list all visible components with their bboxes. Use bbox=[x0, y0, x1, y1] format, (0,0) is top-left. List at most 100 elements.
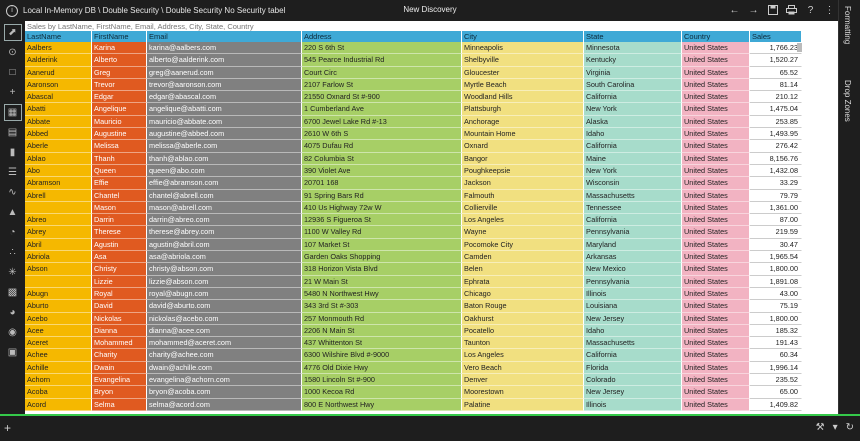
forward-icon[interactable]: → bbox=[747, 3, 760, 17]
cell-lastname: Abugn bbox=[25, 287, 92, 301]
column-header-lastname[interactable]: LastName bbox=[25, 31, 92, 42]
table-row[interactable]: Abo Queen queen@abo.com 390 Violet Ave Pough… bbox=[25, 164, 802, 178]
cell-firstname: David bbox=[92, 300, 147, 313]
cell-state: Pennsylvania bbox=[584, 275, 682, 288]
table-row[interactable]: Abson Christy christy@abson.com 318 Horizon… bbox=[25, 263, 802, 276]
table-row[interactable]: Aalbers Karina karina@aalbers.com 220 S 6th… bbox=[25, 42, 802, 55]
cell-email: christy@abson.com bbox=[147, 263, 302, 276]
scatter-icon[interactable]: ∴ bbox=[5, 245, 21, 260]
cell-sales: 33.29 bbox=[750, 177, 802, 190]
info-icon[interactable]: i bbox=[6, 4, 18, 17]
table-row[interactable]: Abrey Therese therese@abrey.com 1100 W Vall… bbox=[25, 226, 802, 239]
table-row[interactable]: Acoba Bryon bryon@acoba.com 1000 Kecoa Rd Mo… bbox=[25, 386, 802, 399]
table-row[interactable]: Achille Dwain dwain@achille.com 4776 Old Di… bbox=[25, 361, 802, 375]
pie-chart-icon[interactable]: ◔ bbox=[5, 225, 21, 240]
cell-sales: 30.47 bbox=[750, 238, 802, 252]
area-chart-icon[interactable]: ▲ bbox=[5, 205, 21, 220]
cell-country: United States bbox=[682, 164, 750, 178]
cell-state: Kentucky bbox=[584, 54, 682, 67]
search-input[interactable] bbox=[27, 22, 802, 31]
cell-city: Camden bbox=[462, 251, 584, 264]
dropdown-icon[interactable]: ▾ bbox=[833, 422, 838, 433]
table-row[interactable]: Abascal Edgar edgar@abascal.com 21550 Oxnar… bbox=[25, 91, 802, 104]
add-icon[interactable]: + bbox=[5, 85, 21, 100]
table-row[interactable]: Acee Dianna dianna@acee.com 2206 N Main St P… bbox=[25, 324, 802, 338]
cell-lastname: Acoba bbox=[25, 386, 92, 399]
gauge-icon[interactable]: ◕ bbox=[5, 305, 21, 320]
cell-state: Pennsylvania bbox=[584, 226, 682, 239]
cell-state: New Mexico bbox=[584, 263, 682, 276]
table-row[interactable]: Abrell Chantel chantel@abrell.com 91 Spring… bbox=[25, 189, 802, 202]
cell-email: darrin@abreo.com bbox=[147, 214, 302, 227]
table-row[interactable]: Aburto David david@aburto.com 343 3rd St #-… bbox=[25, 300, 802, 313]
cross-filter-icon[interactable]: ⊙ bbox=[5, 45, 21, 60]
stacked-bar-icon[interactable]: ☰ bbox=[5, 165, 21, 180]
formatting-tab[interactable]: Formatting bbox=[843, 6, 852, 44]
cell-country: United States bbox=[682, 214, 750, 227]
cell-address: 1580 Lincoln St #-900 bbox=[302, 374, 462, 387]
heatmap-icon[interactable]: ▩ bbox=[5, 285, 21, 300]
more-icon[interactable]: ⋮ bbox=[823, 3, 836, 17]
save-icon[interactable] bbox=[766, 3, 779, 17]
table-row[interactable]: Abatti Angelique angelique@abatti.com 1 Cum… bbox=[25, 103, 802, 116]
vertical-scrollbar[interactable] bbox=[797, 43, 802, 52]
cell-email: bryon@acoba.com bbox=[147, 386, 302, 399]
help-icon[interactable]: ? bbox=[804, 3, 817, 17]
line-chart-icon[interactable]: ∿ bbox=[5, 185, 21, 200]
cell-country: United States bbox=[682, 128, 750, 141]
table-row[interactable]: Aaronson Trevor trevor@aaronson.com 2107 Fa… bbox=[25, 78, 802, 92]
back-icon[interactable]: ← bbox=[728, 3, 741, 17]
cell-address: 12936 S Figueroa St bbox=[302, 214, 462, 227]
cell-sales: 1,520.27 bbox=[750, 54, 802, 67]
tools-icon[interactable]: ⚒ bbox=[816, 422, 825, 433]
table-row[interactable]: Aanerud Greg greg@aanerud.com Court Circ Glo… bbox=[25, 66, 802, 79]
column-header-email[interactable]: Email bbox=[147, 31, 302, 42]
cell-email: agustin@abril.com bbox=[147, 238, 302, 252]
table-row[interactable]: Aalderink Alberto alberto@aalderink.com 545… bbox=[25, 54, 802, 67]
table-row[interactable]: Abriola Asa asa@abriola.com Garden Oaks Sho… bbox=[25, 251, 802, 264]
column-header-sales[interactable]: Sales bbox=[750, 31, 802, 42]
cell-country: United States bbox=[682, 287, 750, 301]
custom-visual-icon[interactable]: ▣ bbox=[5, 345, 21, 360]
column-header-country[interactable]: Country bbox=[682, 31, 750, 42]
network-icon[interactable]: ✳ bbox=[5, 265, 21, 280]
print-icon[interactable] bbox=[785, 3, 798, 17]
column-header-city[interactable]: City bbox=[462, 31, 584, 42]
cell-sales: 1,432.08 bbox=[750, 164, 802, 178]
cell-country: United States bbox=[682, 115, 750, 129]
table-row[interactable]: Abreo Darrin darrin@abreo.com 12936 S Figue… bbox=[25, 214, 802, 227]
table-row[interactable]: Aberle Melissa melissa@aberle.com 4075 Dufa… bbox=[25, 140, 802, 153]
table-row[interactable]: Abril Agustin agustin@abril.com 107 Market … bbox=[25, 238, 802, 252]
globe-icon[interactable]: ◉ bbox=[5, 325, 21, 340]
add-page-icon[interactable]: + bbox=[4, 421, 11, 435]
table-row[interactable]: Acebo Nickolas nickolas@acebo.com 257 Monmo… bbox=[25, 312, 802, 325]
table-row[interactable]: Abugn Royal royal@abugn.com 5480 N Northwes… bbox=[25, 287, 802, 301]
refresh-icon[interactable]: ↻ bbox=[846, 422, 854, 433]
bar-chart-icon[interactable]: ▤ bbox=[5, 125, 21, 140]
cell-city: Woodland Hills bbox=[462, 91, 584, 104]
table-row[interactable]: Achee Charity charity@achee.com 6300 Wilshi… bbox=[25, 349, 802, 362]
table-row[interactable]: Aceret Mohammed mohammed@aceret.com 437 Whi… bbox=[25, 337, 802, 350]
column-header-state[interactable]: State bbox=[584, 31, 682, 42]
table-row[interactable]: Achorn Evangelina evangelina@achorn.com 158… bbox=[25, 374, 802, 387]
drop-zones-tab[interactable]: Drop Zones bbox=[843, 80, 852, 122]
column-header-firstname[interactable]: FirstName bbox=[92, 31, 147, 42]
cell-address: 21550 Oxnard St #-900 bbox=[302, 91, 462, 104]
table-row[interactable]: Acord Selma selma@acord.com 800 E Northwest… bbox=[25, 398, 802, 411]
column-header-address[interactable]: Address bbox=[302, 31, 462, 42]
cell-country: United States bbox=[682, 275, 750, 288]
table-row[interactable]: Ablao Thanh thanh@ablao.com 82 Columbia St B… bbox=[25, 152, 802, 165]
table-row[interactable]: Abbate Mauricio mauricio@abbate.com 6700 Je… bbox=[25, 115, 802, 129]
cell-sales: 1,800.00 bbox=[750, 263, 802, 276]
table-icon[interactable]: ▦ bbox=[3, 104, 22, 121]
table-row[interactable]: Abramson Effie effie@abramson.com 20701 168… bbox=[25, 177, 802, 190]
selection-icon[interactable]: □ bbox=[5, 65, 21, 80]
pointer-icon[interactable]: ⬈ bbox=[3, 24, 22, 41]
cell-state: Idaho bbox=[584, 128, 682, 141]
column-chart-icon[interactable]: ▮ bbox=[5, 145, 21, 160]
table-row[interactable]: Lizzie lizzie@abson.com 21 W Main St Ephrat… bbox=[25, 275, 802, 288]
cell-lastname: Abrey bbox=[25, 226, 92, 239]
cell-city: Plattsburgh bbox=[462, 103, 584, 116]
table-row[interactable]: Abbed Augustine augustine@abbed.com 2610 W … bbox=[25, 128, 802, 141]
table-row[interactable]: Mason mason@abrell.com 410 Us Highway 72w … bbox=[25, 201, 802, 215]
